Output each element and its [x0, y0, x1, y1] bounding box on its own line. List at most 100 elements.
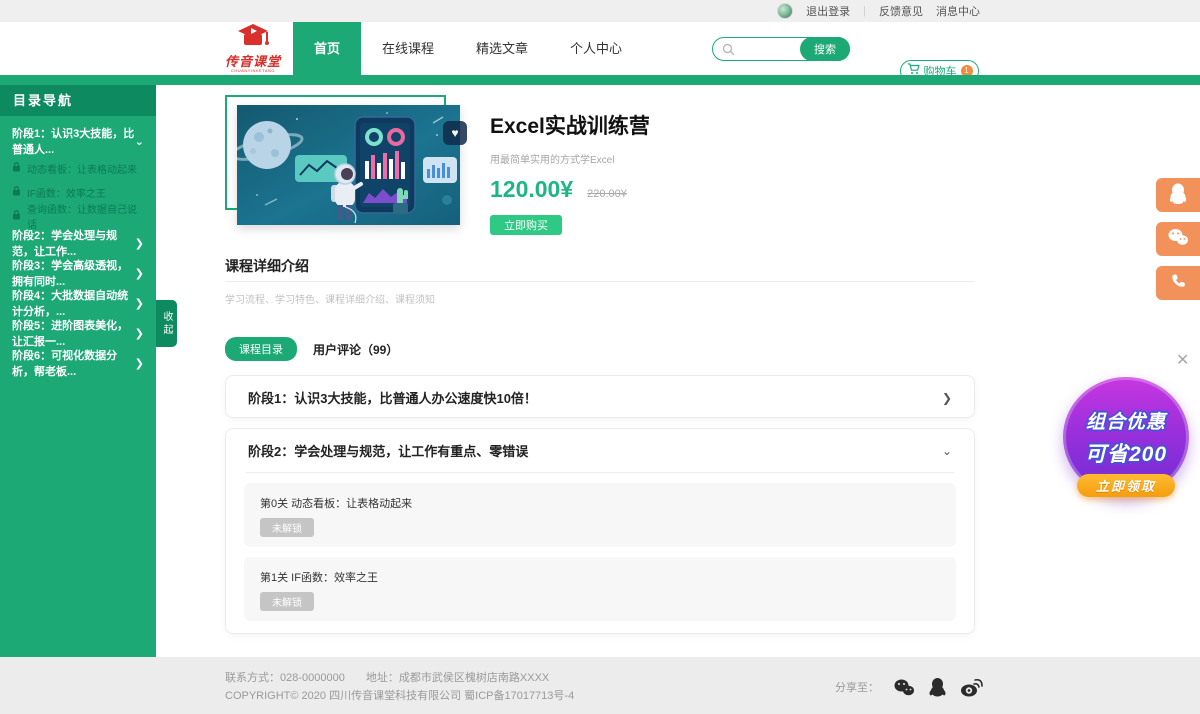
- sidebar-title: 目录导航: [0, 85, 156, 116]
- footer-contact: 联系方式：028-0000000: [225, 672, 345, 684]
- search-box: 搜索: [712, 37, 850, 61]
- chart-panel-right-icon: [423, 157, 457, 183]
- share-wechat-icon[interactable]: [893, 678, 915, 697]
- site-logo[interactable]: 传音课堂 CHUANYINKETANG: [212, 24, 294, 73]
- sidebar-stage-5-label: 阶段5：进阶图表美化，让汇报一...: [12, 317, 135, 349]
- logo-cap-icon: [236, 37, 270, 54]
- logo-subtitle: CHUANYINKETANG: [212, 69, 294, 73]
- stage-card-1: 阶段1：认识3大技能，比普通人办公速度快10倍！ ❯: [225, 375, 975, 418]
- chevron-right-icon: ❯: [942, 391, 952, 405]
- stage-1-header[interactable]: 阶段1：认识3大技能，比普通人办公速度快10倍！ ❯: [226, 376, 974, 419]
- share-qq-icon[interactable]: [929, 677, 946, 697]
- lesson-row-0[interactable]: 第0关 动态看板：让表格动起来 未解锁: [244, 483, 956, 547]
- original-price: 220.00¥: [587, 188, 627, 200]
- detail-section-title: 课程详细介绍: [225, 256, 309, 276]
- course-info: Excel实战训练营 用最简单实用的方式学Excel 120.00¥ 220.0…: [490, 110, 650, 235]
- header: 传音课堂 CHUANYINKETANG 首页 在线课程 精选文章 个人中心 搜索…: [0, 22, 1200, 75]
- sidebar-collapse-button[interactable]: 收起: [156, 300, 177, 347]
- sidebar-stage-1-label: 阶段1：认识3大技能，比普通人...: [12, 125, 135, 157]
- sidebar-stage-4-label: 阶段4：大批数据自动统计分析，...: [12, 287, 135, 319]
- course-cover-image[interactable]: ♥: [237, 105, 460, 225]
- nav-courses[interactable]: 在线课程: [361, 22, 455, 75]
- sidebar-stage-1[interactable]: 阶段1：认识3大技能，比普通人... ⌄: [0, 126, 156, 156]
- share-weibo-icon[interactable]: [960, 678, 983, 697]
- detail-meta-text: 学习流程、学习特色、课程详细介绍、课程须知: [225, 291, 435, 306]
- lesson-1-locked-badge: 未解锁: [260, 592, 314, 611]
- topbar-divider: |: [863, 5, 866, 17]
- lock-icon: [12, 186, 21, 199]
- logout-link[interactable]: 退出登录: [806, 3, 850, 19]
- course-subtitle: 用最简单实用的方式学Excel: [490, 151, 650, 166]
- footer: 联系方式：028-0000000 地址：成都市武侯区槐树店南路XXXX COPY…: [0, 657, 1200, 714]
- footer-text: 联系方式：028-0000000 地址：成都市武侯区槐树店南路XXXX COPY…: [225, 669, 574, 705]
- nav-home[interactable]: 首页: [293, 22, 361, 75]
- messages-link[interactable]: 消息中心: [936, 3, 980, 19]
- sidebar-stage-3[interactable]: 阶段3：学会高级透视，拥有同时... ❯: [0, 258, 156, 288]
- promo-claim-button[interactable]: 立即领取: [1077, 474, 1175, 497]
- stage-2-title: 阶段2：学会处理与规范，让工作有重点、零错误: [248, 441, 528, 460]
- lock-icon: [12, 162, 21, 175]
- search-icon: [722, 43, 735, 61]
- logo-title: 传音课堂: [212, 55, 294, 68]
- buy-now-button[interactable]: 立即购买: [490, 215, 562, 235]
- chevron-right-icon: ❯: [135, 267, 144, 280]
- chevron-right-icon: ❯: [135, 237, 144, 250]
- contact-wechat-button[interactable]: [1156, 222, 1200, 256]
- sidebar-stage-5[interactable]: 阶段5：进阶图表美化，让汇报一... ❯: [0, 318, 156, 348]
- footer-address: 地址：成都市武侯区槐树店南路XXXX: [366, 672, 549, 684]
- footer-copyright: COPYRIGHT© 2020 四川传音课堂科技有限公司 蜀ICP备170177…: [225, 687, 574, 705]
- stage-2-header[interactable]: 阶段2：学会处理与规范，让工作有重点、零错误 ⌄: [226, 429, 974, 472]
- nav-articles[interactable]: 精选文章: [455, 22, 549, 75]
- chevron-down-icon: ⌄: [942, 444, 952, 458]
- topbar: 退出登录 | 反馈意见 消息中心: [0, 0, 1200, 22]
- share-label: 分享至：: [835, 679, 879, 695]
- sidebar-lesson-1[interactable]: 动态看板：让表格动起来: [0, 156, 156, 180]
- current-price: 120.00¥: [490, 176, 573, 203]
- sidebar-stage-2[interactable]: 阶段2：学会处理与规范，让工作... ❯: [0, 228, 156, 258]
- course-title: Excel实战训练营: [490, 110, 650, 140]
- feedback-link[interactable]: 反馈意见: [879, 3, 923, 19]
- promo-line-1: 组合优惠: [1086, 407, 1166, 434]
- nav-profile[interactable]: 个人中心: [549, 22, 643, 75]
- course-media: ♥: [225, 95, 465, 230]
- favorite-heart-button[interactable]: ♥: [443, 121, 467, 145]
- detail-tabs: 课程目录 用户评论（99）: [225, 337, 398, 361]
- sidebar-stage-3-label: 阶段3：学会高级透视，拥有同时...: [12, 257, 135, 289]
- chevron-right-icon: ❯: [135, 357, 144, 370]
- lesson-1-name: 第1关 IF函数：效率之王: [260, 569, 940, 585]
- sidebar-stage-2-label: 阶段2：学会处理与规范，让工作...: [12, 227, 135, 259]
- lesson-row-1[interactable]: 第1关 IF函数：效率之王 未解锁: [244, 557, 956, 621]
- stage-2-divider: [246, 472, 954, 473]
- section-divider: [225, 281, 975, 282]
- header-accent-strip: [156, 75, 1200, 85]
- lesson-0-locked-badge: 未解锁: [260, 518, 314, 537]
- contact-phone-button[interactable]: [1156, 266, 1200, 300]
- sidebar-stage-4[interactable]: 阶段4：大批数据自动统计分析，... ❯: [0, 288, 156, 318]
- sidebar-stage-6[interactable]: 阶段6：可视化数据分析，帮老板... ❯: [0, 348, 156, 378]
- share-bar: 分享至：: [835, 677, 983, 697]
- catalog-sidebar: 目录导航 阶段1：认识3大技能，比普通人... ⌄ 动态看板：让表格动起来 IF: [0, 75, 156, 657]
- chevron-down-icon: ⌄: [135, 135, 144, 148]
- promo-close-icon[interactable]: ✕: [1176, 350, 1189, 370]
- sidebar-lesson-2-label: IF函数：效率之王: [27, 185, 106, 200]
- wechat-icon: [1167, 227, 1189, 252]
- phone-icon: [1169, 272, 1187, 295]
- promo-line-2: 可省200: [1085, 438, 1167, 468]
- contact-qq-button[interactable]: [1156, 178, 1200, 212]
- search-button[interactable]: 搜索: [800, 37, 850, 61]
- sidebar-stage-6-label: 阶段6：可视化数据分析，帮老板...: [12, 347, 135, 379]
- tab-catalog[interactable]: 课程目录: [225, 337, 297, 361]
- lock-icon: [12, 210, 21, 223]
- tab-comments[interactable]: 用户评论（99）: [313, 341, 398, 358]
- stage-card-2: 阶段2：学会处理与规范，让工作有重点、零错误 ⌄ 第0关 动态看板：让表格动起来…: [225, 428, 975, 634]
- main-nav: 首页 在线课程 精选文章 个人中心: [293, 22, 643, 75]
- price-row: 120.00¥ 220.00¥: [490, 176, 650, 203]
- lesson-0-name: 第0关 动态看板：让表格动起来: [260, 495, 940, 511]
- sidebar-lesson-3[interactable]: 查询函数：让数据自己说话: [0, 204, 156, 228]
- sidebar-lesson-1-label: 动态看板：让表格动起来: [27, 161, 137, 176]
- chevron-right-icon: ❯: [135, 327, 144, 340]
- qq-icon: [1168, 182, 1188, 209]
- stage-1-title: 阶段1：认识3大技能，比普通人办公速度快10倍！: [248, 388, 537, 407]
- chevron-right-icon: ❯: [135, 297, 144, 310]
- user-avatar[interactable]: [777, 3, 793, 19]
